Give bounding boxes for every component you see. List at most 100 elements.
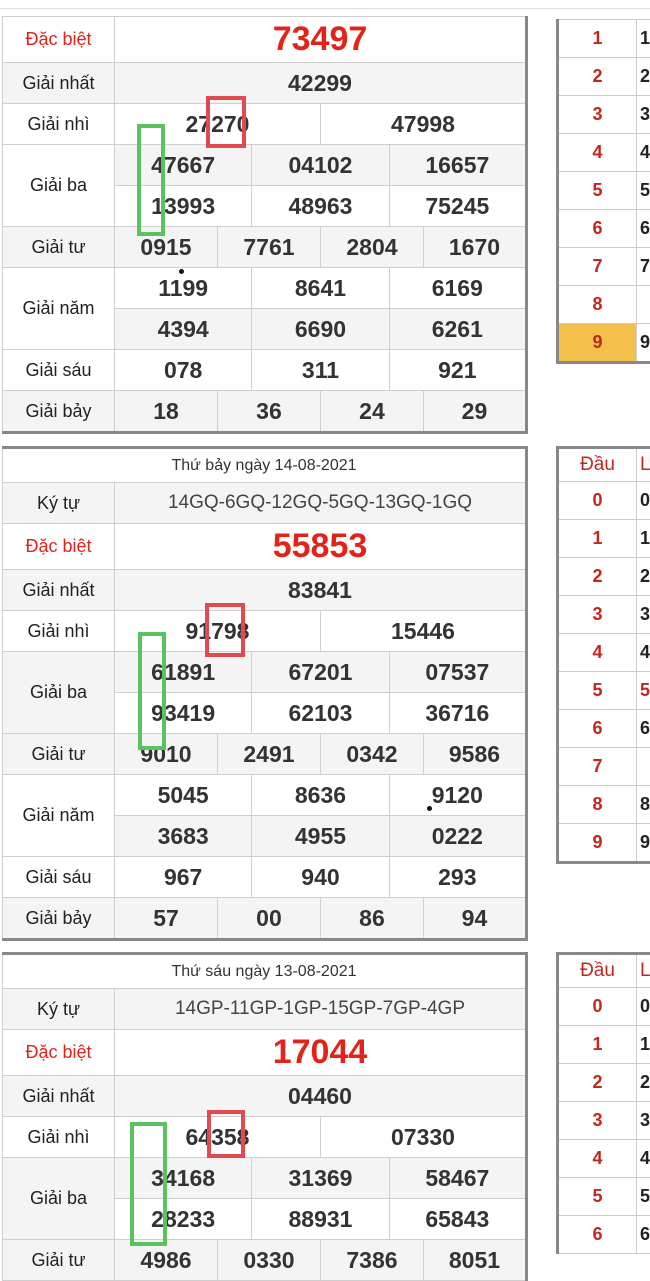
label-g2: Giải nhì [3,104,115,145]
prize-g7: 18 [115,391,218,433]
marker-dot [427,806,432,811]
label-g1: Giải nhất [3,63,115,104]
loto-tail: 9 [637,324,650,363]
loto-tail: 4 [637,134,650,172]
prize-g6: 921 [389,350,526,391]
prize-g5: 6690 [252,309,389,350]
draw-date: Thứ bảy ngày 14-08-2021 [3,448,527,483]
prize-g4: 4986 [115,1240,218,1281]
loto-head: 3 [558,96,637,134]
prize-g3: 07537 [389,652,526,693]
loto-head: 9 [558,824,637,863]
prize-g7: 29 [423,391,526,433]
prize-g3: 31369 [252,1158,389,1199]
prize-g3: 48963 [252,186,389,227]
prize-g4: 8051 [423,1240,526,1281]
loto-head: 1 [558,1026,637,1064]
prize-g7: 24 [320,391,423,433]
prize-g7: 94 [423,898,526,940]
prize-g6: 940 [252,857,389,898]
prize-g3: 62103 [252,693,389,734]
label-g4: Giải tư [3,734,115,775]
prize-g3: 67201 [252,652,389,693]
prize-g1: 42299 [115,63,527,104]
prize-g2: 07330 [320,1117,526,1158]
loto-header-tail: L [637,954,650,988]
prize-g4: 7386 [320,1240,423,1281]
prize-g3: 34168 [115,1158,252,1199]
prize-g6: 078 [115,350,252,391]
loto-head: 6 [558,1216,637,1254]
prize-g5: 6261 [389,309,526,350]
prize-g2: 27270 [115,104,321,145]
loto-head: 5 [558,672,637,710]
prize-g1: 04460 [115,1076,527,1117]
loto-head: 5 [558,1178,637,1216]
prize-g6: 311 [252,350,389,391]
prize-db: 17044 [115,1030,527,1076]
loto-tail: 0 [637,482,650,520]
label-g2: Giải nhì [3,1117,115,1158]
loto-head: 6 [558,210,637,248]
loto-head: 2 [558,58,637,96]
label-g5: Giải năm [3,775,115,857]
loto-tail: 7 [637,248,650,286]
label-db: Đặc biệt [3,17,115,63]
row-db: Đặc biệt 73497 [3,17,527,63]
prize-g3: 13993 [115,186,252,227]
prize-g4: 7761 [217,227,320,268]
loto-head: 1 [558,20,637,58]
loto-tail: 6 [637,1216,650,1254]
loto-tail: 3 [637,1102,650,1140]
label-kt: Ký tự [3,483,115,524]
label-g4: Giải tư [3,1240,115,1281]
loto-head: 5 [558,172,637,210]
prize-g3: 04102 [252,145,389,186]
loto-tail: 3 [637,96,650,134]
prize-g5: 8641 [252,268,389,309]
loto-head: 4 [558,634,637,672]
label-g7: Giải bảy [3,898,115,940]
loto-tail [637,748,650,786]
loto-table-3: ĐầuL 00 11 22 33 44 55 66 [556,952,650,1254]
prize-g5: 3683 [115,816,252,857]
prize-g1: 83841 [115,570,527,611]
prize-g7: 57 [115,898,218,940]
loto-head: 8 [558,786,637,824]
loto-tail: 2 [637,1064,650,1102]
prize-g2: 47998 [320,104,526,145]
prize-g3: 47667 [115,145,252,186]
prize-g3: 28233 [115,1199,252,1240]
loto-tail: 5 [637,672,650,710]
top-edge [0,0,650,9]
loto-head: 4 [558,134,637,172]
loto-tail: 1 [637,1026,650,1064]
prize-g4: 9586 [423,734,526,775]
loto-header-head: Đầu [558,448,637,482]
loto-tail: 9 [637,824,650,863]
label-g5: Giải năm [3,268,115,350]
loto-head: 2 [558,558,637,596]
loto-tail: 6 [637,710,650,748]
loto-tail: 4 [637,634,650,672]
loto-head-highlight: 9 [558,324,637,363]
prize-g3: 65843 [389,1199,526,1240]
label-g7: Giải bảy [3,391,115,433]
label-g2: Giải nhì [3,611,115,652]
label-g1: Giải nhất [3,570,115,611]
prize-g4: 2804 [320,227,423,268]
loto-tail: 3 [637,596,650,634]
prize-db: 73497 [115,17,527,63]
loto-tail: 1 [637,20,650,58]
label-g3: Giải ba [3,145,115,227]
loto-tail: 1 [637,520,650,558]
loto-table-1: 11 22 33 44 55 66 77 8 99 [556,19,650,364]
loto-head: 2 [558,1064,637,1102]
label-g6: Giải sáu [3,350,115,391]
prize-g5: 6169 [389,268,526,309]
prize-g6: 293 [389,857,526,898]
prize-g3: 75245 [389,186,526,227]
result-table-3: Thứ sáu ngày 13-08-2021 Ký tự 14GP-11GP-… [2,952,528,1281]
prize-g5: 9120 [389,775,526,816]
result-table-2: Thứ bảy ngày 14-08-2021 Ký tự 14GQ-6GQ-1… [2,446,528,941]
